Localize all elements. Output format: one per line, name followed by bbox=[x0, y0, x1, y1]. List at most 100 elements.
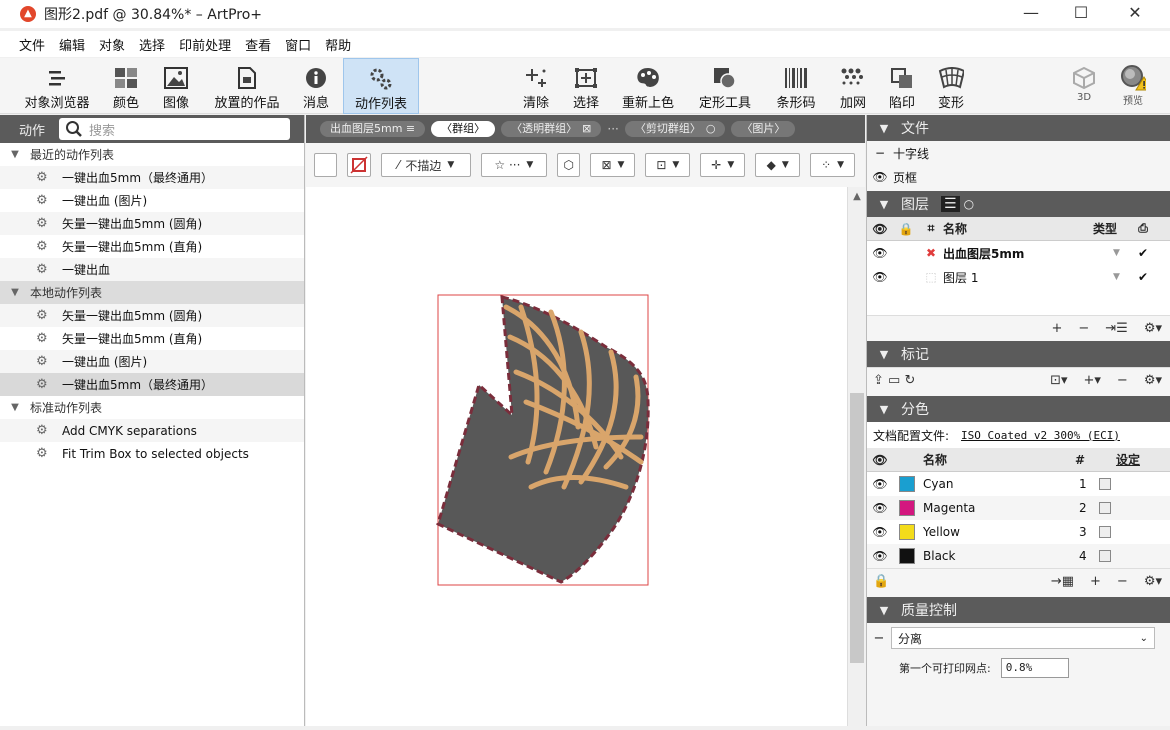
section-quality-control[interactable]: ▼ 质量控制 bbox=[867, 597, 1170, 623]
action-item[interactable]: ⚙ 矢量一键出血5mm (直角) bbox=[0, 327, 304, 350]
check-icon[interactable]: ✔ bbox=[1133, 270, 1153, 284]
artwork[interactable] bbox=[306, 187, 847, 726]
file-row-page-frame[interactable]: 👁 页框 bbox=[867, 165, 1170, 189]
action-item[interactable]: ⚙ Add CMYK separations bbox=[0, 419, 304, 442]
add-icon[interactable]: +▾ bbox=[1083, 373, 1100, 388]
tool-preview[interactable]: 预览 bbox=[1108, 58, 1158, 114]
tool-recolor[interactable]: 重新上色 bbox=[618, 58, 678, 114]
tool-screening[interactable]: 加网 bbox=[833, 58, 873, 114]
menu-select[interactable]: 选择 bbox=[132, 35, 172, 54]
remove-icon[interactable]: − bbox=[1117, 373, 1128, 388]
tool-placed-art[interactable]: 放置的作品 bbox=[208, 58, 286, 114]
layer-row[interactable]: 👁 ⬚ 图层 1 ▼ ✔ bbox=[867, 265, 1170, 289]
collapse-triangle-icon[interactable]: ▼ bbox=[867, 122, 901, 135]
collapse-triangle-icon[interactable]: ▼ bbox=[867, 604, 901, 617]
scroll-up-icon[interactable]: ▲ bbox=[848, 191, 866, 202]
action-item-selected[interactable]: ⚙ 一键出血5mm（最终通用） bbox=[0, 373, 304, 396]
menu-object[interactable]: 对象 bbox=[92, 35, 132, 54]
gear-icon[interactable]: ⚙▾ bbox=[1144, 373, 1162, 388]
crumb-transparency-group[interactable]: 〈透明群组〉 ⊠ bbox=[501, 121, 602, 137]
collapse-triangle-icon[interactable]: ▼ bbox=[867, 198, 901, 211]
shape-outline-button[interactable]: ⬡ bbox=[557, 153, 581, 177]
ink-row[interactable]: 👁 Magenta 2 bbox=[867, 496, 1170, 520]
position-dropdown[interactable]: ✛ ▼ bbox=[700, 153, 746, 177]
stroke-swatch[interactable] bbox=[347, 153, 371, 177]
tool-shape[interactable]: 定形工具 bbox=[695, 58, 755, 114]
check-icon[interactable]: ✔ bbox=[1133, 246, 1153, 260]
profile-link[interactable]: ISO Coated v2 300% (ECI) bbox=[961, 429, 1120, 442]
tool-3d[interactable]: 3D bbox=[1066, 58, 1102, 114]
crumb-image[interactable]: 〈图片〉 bbox=[731, 121, 796, 137]
chevron-down-icon[interactable]: ▼ bbox=[1113, 248, 1133, 258]
fill-swatch[interactable] bbox=[314, 153, 338, 177]
expand-triangle-icon[interactable]: ▼ bbox=[0, 149, 30, 160]
circle-view-icon[interactable]: ○ bbox=[964, 197, 974, 211]
expand-triangle-icon[interactable]: ▼ bbox=[0, 287, 30, 298]
tool-action-list[interactable]: 动作列表 bbox=[343, 58, 419, 114]
action-item[interactable]: ⚙ 一键出血5mm（最终通用） bbox=[0, 166, 304, 189]
tool-trapping[interactable]: 陷印 bbox=[882, 58, 922, 114]
tag-dropdown[interactable]: ◆ ▼ bbox=[755, 153, 801, 177]
tool-info[interactable]: 消息 bbox=[296, 58, 336, 114]
layer-row[interactable]: 👁 ✖ 出血图层5mm ▼ ✔ bbox=[867, 241, 1170, 265]
merge-icon[interactable]: →▦ bbox=[1051, 574, 1074, 589]
eye-icon[interactable]: 👁 bbox=[867, 501, 893, 515]
style-dropdown[interactable]: ☆ ··· ▼ bbox=[480, 153, 548, 177]
ink-checkbox[interactable] bbox=[1099, 550, 1111, 562]
crumb-group[interactable]: 〈群组〉 bbox=[431, 121, 496, 137]
collapse-icon[interactable]: − bbox=[867, 631, 891, 646]
ink-row[interactable]: 👁 Cyan 1 bbox=[867, 472, 1170, 496]
mark-select-icon[interactable]: ⊡▾ bbox=[1050, 373, 1067, 388]
eye-icon[interactable]: 👁 bbox=[867, 549, 893, 563]
menu-prepress[interactable]: 印前处理 bbox=[172, 35, 238, 54]
qc-dot-input[interactable]: 0.8% bbox=[1000, 658, 1069, 678]
crumb-clip-group[interactable]: 〈剪切群组〉 ○ bbox=[624, 121, 726, 137]
section-file[interactable]: ▼ 文件 bbox=[867, 115, 1170, 141]
tool-clear[interactable]: 清除 bbox=[516, 58, 556, 114]
collapse-icon[interactable]: − bbox=[867, 146, 893, 160]
tool-color[interactable]: 颜色 bbox=[106, 58, 146, 114]
gear-icon[interactable]: ⚙▾ bbox=[1144, 574, 1162, 589]
group-local-actions[interactable]: ▼ 本地动作列表 bbox=[0, 281, 304, 304]
add-icon[interactable]: + bbox=[1090, 574, 1101, 589]
tool-distort[interactable]: 变形 bbox=[931, 58, 971, 114]
tool-image[interactable]: 图像 bbox=[156, 58, 196, 114]
menu-help[interactable]: 帮助 bbox=[318, 35, 358, 54]
maximize-button[interactable]: ☐ bbox=[1054, 0, 1108, 28]
lock-icon[interactable]: 🔒 bbox=[873, 574, 889, 589]
section-separations[interactable]: ▼ 分色 bbox=[867, 396, 1170, 422]
list-view-icon[interactable]: ☰ bbox=[941, 196, 960, 212]
file-row-crosshair[interactable]: − 十字线 bbox=[867, 141, 1170, 165]
expand-triangle-icon[interactable]: ▼ bbox=[0, 402, 30, 413]
minimize-button[interactable]: — bbox=[1004, 0, 1058, 28]
merge-icon[interactable]: ⇥☰ bbox=[1105, 321, 1128, 336]
remove-icon[interactable]: − bbox=[1078, 321, 1089, 336]
add-icon[interactable]: + bbox=[1051, 321, 1062, 336]
action-item[interactable]: ⚙ Fit Trim Box to selected objects bbox=[0, 442, 304, 465]
ink-checkbox[interactable] bbox=[1099, 478, 1111, 490]
search-input[interactable]: 搜索 bbox=[59, 118, 291, 140]
scrollbar-thumb[interactable] bbox=[850, 393, 864, 663]
ink-checkbox[interactable] bbox=[1099, 502, 1111, 514]
ink-row[interactable]: 👁 Yellow 3 bbox=[867, 520, 1170, 544]
canvas-vertical-scrollbar[interactable]: ▲ bbox=[847, 187, 865, 726]
eye-icon[interactable]: 👁 bbox=[867, 477, 893, 491]
collapse-triangle-icon[interactable]: ▼ bbox=[867, 403, 901, 416]
action-item[interactable]: ⚙ 矢量一键出血5mm (圆角) bbox=[0, 304, 304, 327]
action-item[interactable]: ⚙ 一键出血 bbox=[0, 258, 304, 281]
menu-edit[interactable]: 编辑 bbox=[52, 35, 92, 54]
action-item[interactable]: ⚙ 矢量一键出血5mm (直角) bbox=[0, 235, 304, 258]
tool-select[interactable]: 选择 bbox=[566, 58, 606, 114]
dots-dropdown[interactable]: ⁘ ▼ bbox=[810, 153, 856, 177]
eye-icon[interactable]: 👁 bbox=[867, 246, 893, 260]
close-button[interactable]: ✕ bbox=[1108, 0, 1162, 28]
import-icon[interactable]: ⇪ ▭ ↻ bbox=[873, 373, 915, 388]
eye-icon[interactable]: 👁 bbox=[867, 170, 893, 184]
close-icon[interactable]: ⊠ bbox=[582, 122, 591, 135]
gear-icon[interactable]: ⚙▾ bbox=[1144, 321, 1162, 336]
document-canvas[interactable] bbox=[306, 187, 847, 726]
eye-icon[interactable]: 👁 bbox=[867, 270, 893, 284]
section-marks[interactable]: ▼ 标记 bbox=[867, 341, 1170, 367]
group-standard-actions[interactable]: ▼ 标准动作列表 bbox=[0, 396, 304, 419]
tool-barcode[interactable]: 条形码 bbox=[773, 58, 819, 114]
